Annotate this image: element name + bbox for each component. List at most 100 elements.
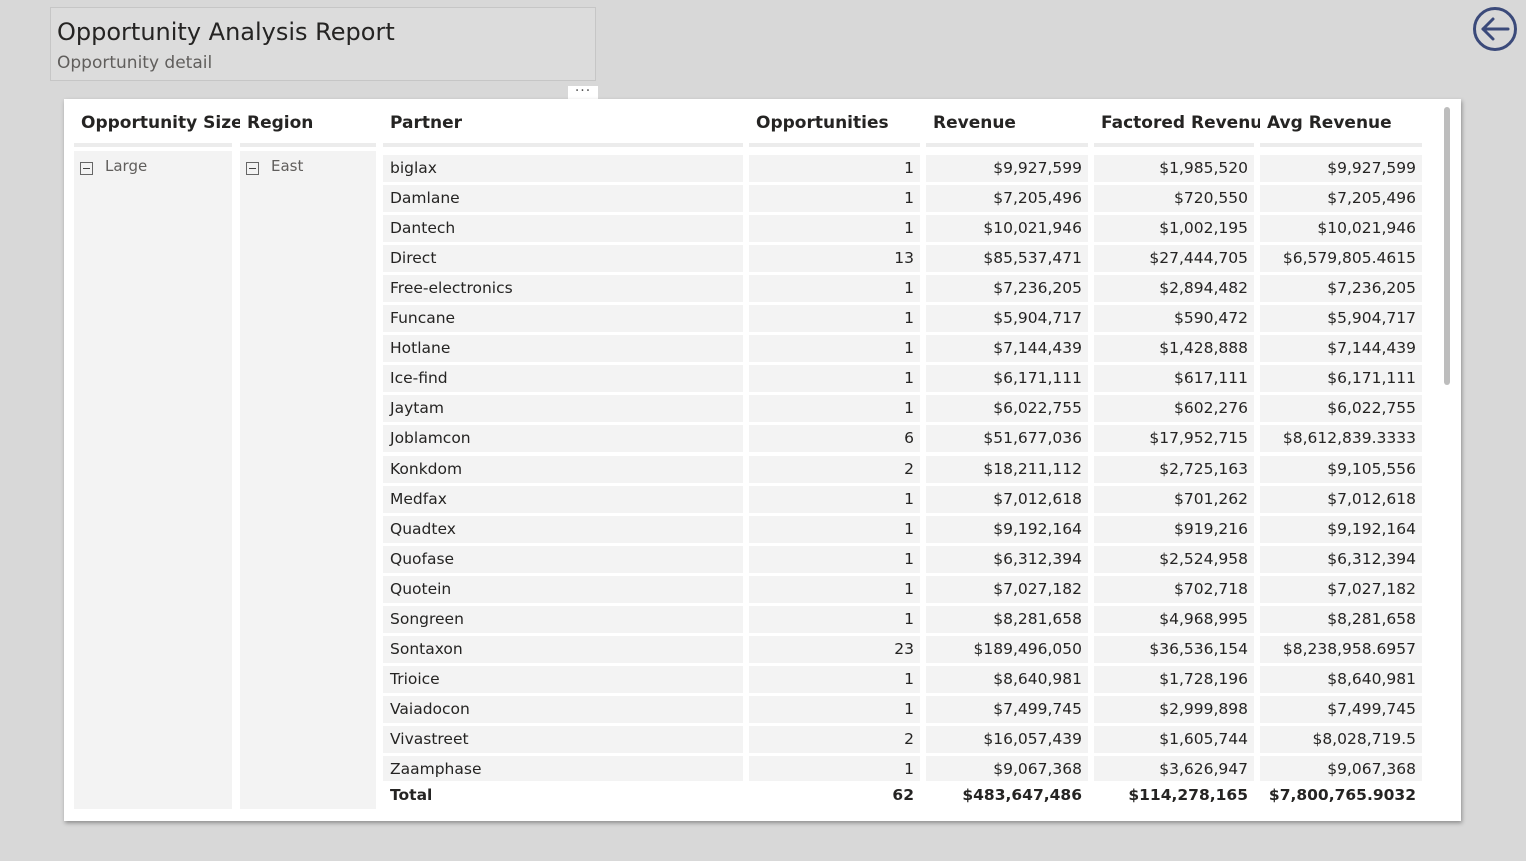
total-cell: $483,647,486 [926, 781, 1088, 809]
table-cell: $8,640,981 [1260, 665, 1422, 693]
table-cell: $1,728,196 [1094, 665, 1254, 693]
total-cell: $7,800,765.9032 [1260, 781, 1422, 809]
table-cell: Songreen [383, 605, 743, 633]
table-cell: $1,985,520 [1094, 155, 1254, 182]
table-cell: $7,012,618 [1260, 485, 1422, 513]
table-cell: 1 [749, 665, 920, 693]
table-cell: $8,281,658 [1260, 605, 1422, 633]
collapse-icon[interactable] [246, 161, 259, 175]
table-cell: $2,725,163 [1094, 455, 1254, 483]
table-cell: $5,904,717 [926, 305, 1088, 333]
column-body: $1,985,520 $720,550 $1,002,195 $27,444,705 $… [1094, 151, 1254, 809]
table-cell: $7,144,439 [926, 335, 1088, 363]
table-cell: $9,192,164 [1260, 515, 1422, 543]
table-cell: Joblamcon [383, 425, 743, 453]
table-cell: Konkdom [383, 455, 743, 483]
column-header[interactable]: Factored Revenue [1094, 105, 1274, 147]
table-cell: 1 [749, 485, 920, 513]
table-cell: $6,579,805.4615 [1260, 245, 1422, 273]
table-cell: $9,105,556 [1260, 455, 1422, 483]
table-cell: $189,496,050 [926, 635, 1088, 663]
table-cell: $7,499,745 [926, 695, 1088, 723]
table-cell: Ice-find [383, 365, 743, 393]
back-arrow-icon[interactable] [1472, 6, 1518, 52]
total-cell: Total [383, 781, 743, 809]
table-cell: 1 [749, 335, 920, 363]
report-title-box: Opportunity Analysis Report Opportunity … [50, 7, 596, 81]
table-cell: Vaiadocon [383, 695, 743, 723]
table-cell: $6,171,111 [1260, 365, 1422, 393]
table-cell: Funcane [383, 305, 743, 333]
table-cell: $7,205,496 [1260, 185, 1422, 213]
col-opportunities: Opportunities 1 1 1 13 1 1 1 1 1 6 2 1 1 1 1 1 23 1 1 2 1 62 [749, 105, 920, 809]
column-header[interactable]: Partner [383, 105, 743, 147]
table-cell: 1 [749, 695, 920, 723]
table-cell: $6,022,755 [926, 395, 1088, 423]
table-cell: $1,002,195 [1094, 215, 1254, 243]
table-cell: Vivastreet [383, 725, 743, 753]
col-avg-revenue: Avg Revenue $9,927,599 $7,205,496 $10,021,9… [1260, 105, 1422, 809]
table-cell: Sontaxon [383, 635, 743, 663]
table-cell: $2,524,958 [1094, 545, 1254, 573]
table-cell: $8,028,719.5 [1260, 725, 1422, 753]
table-cell: $36,536,154 [1094, 635, 1254, 663]
table-cell: Dantech [383, 215, 743, 243]
col-opportunity-size: Opportunity Size Large [74, 105, 243, 809]
table-cell: Free-electronics [383, 275, 743, 303]
collapse-icon[interactable] [80, 161, 93, 175]
table-cell: $7,012,618 [926, 485, 1088, 513]
table-cell: $85,537,471 [926, 245, 1088, 273]
table-cell: Quofase [383, 545, 743, 573]
table-cell: $8,612,839.3333 [1260, 425, 1422, 453]
back-button[interactable] [1472, 6, 1518, 52]
table-cell: 6 [749, 425, 920, 453]
column-header[interactable]: Revenue [926, 105, 1088, 147]
column-body: biglax Damlane Dantech Direct Free-electroni… [383, 151, 743, 809]
table-cell: Direct [383, 245, 743, 273]
vertical-scrollbar[interactable] [1442, 107, 1452, 813]
table-cell: $8,238,958.6957 [1260, 635, 1422, 663]
table-cell: $9,927,599 [1260, 155, 1422, 182]
table-cell: Medfax [383, 485, 743, 513]
col-factored-revenue: Factored Revenue $1,985,520 $720,550 $1,002… [1094, 105, 1274, 809]
table-cell: $8,640,981 [926, 665, 1088, 693]
table-cell: $2,894,482 [1094, 275, 1254, 303]
table-cell: $4,968,995 [1094, 605, 1254, 633]
total-cell: 62 [749, 781, 920, 809]
group-cell-size: Large [80, 157, 147, 175]
table-cell: $7,027,182 [926, 575, 1088, 603]
table-cell: $9,192,164 [926, 515, 1088, 543]
scrollbar-thumb[interactable] [1444, 107, 1450, 385]
table-cell: $6,171,111 [926, 365, 1088, 393]
col-partner: Partner biglax Damlane Dantech Direct Free-el… [383, 105, 743, 809]
table-cell: 1 [749, 395, 920, 423]
table-cell: Damlane [383, 185, 743, 213]
col-revenue: Revenue $9,927,599 $7,205,496 $10,021,946 $8… [926, 105, 1088, 809]
group-label: East [271, 157, 304, 175]
table-cell: $7,027,182 [1260, 575, 1422, 603]
table-cell: $5,904,717 [1260, 305, 1422, 333]
table-cell: $1,605,744 [1094, 725, 1254, 753]
table-cell: $51,677,036 [926, 425, 1088, 453]
table-cell: $6,022,755 [1260, 395, 1422, 423]
table-cell: $6,312,394 [926, 545, 1088, 573]
col-region: Region East [240, 105, 376, 809]
column-header[interactable]: Region [240, 105, 376, 147]
table-cell: 23 [749, 635, 920, 663]
table-cell: $6,312,394 [1260, 545, 1422, 573]
total-cell: $114,278,165 [1094, 781, 1254, 809]
table-cell: $617,111 [1094, 365, 1254, 393]
column-header[interactable]: Avg Revenue [1260, 105, 1422, 147]
column-header[interactable]: Opportunity Size [74, 105, 243, 147]
table-cell: 1 [749, 215, 920, 243]
table-cell: 1 [749, 515, 920, 543]
table-cell: Quotein [383, 575, 743, 603]
table-visual: Opportunity Size Large Region East Partner bi… [64, 99, 1461, 821]
report-title: Opportunity Analysis Report [57, 18, 395, 46]
table-cell: $7,236,205 [1260, 275, 1422, 303]
table-cell: 1 [749, 305, 920, 333]
table-cell: 1 [749, 545, 920, 573]
table-cell: $702,718 [1094, 575, 1254, 603]
column-header[interactable]: Opportunities [749, 105, 920, 147]
column-body: 1 1 1 13 1 1 1 1 1 6 2 1 1 1 1 1 23 1 1 2 1 62 [749, 151, 920, 809]
